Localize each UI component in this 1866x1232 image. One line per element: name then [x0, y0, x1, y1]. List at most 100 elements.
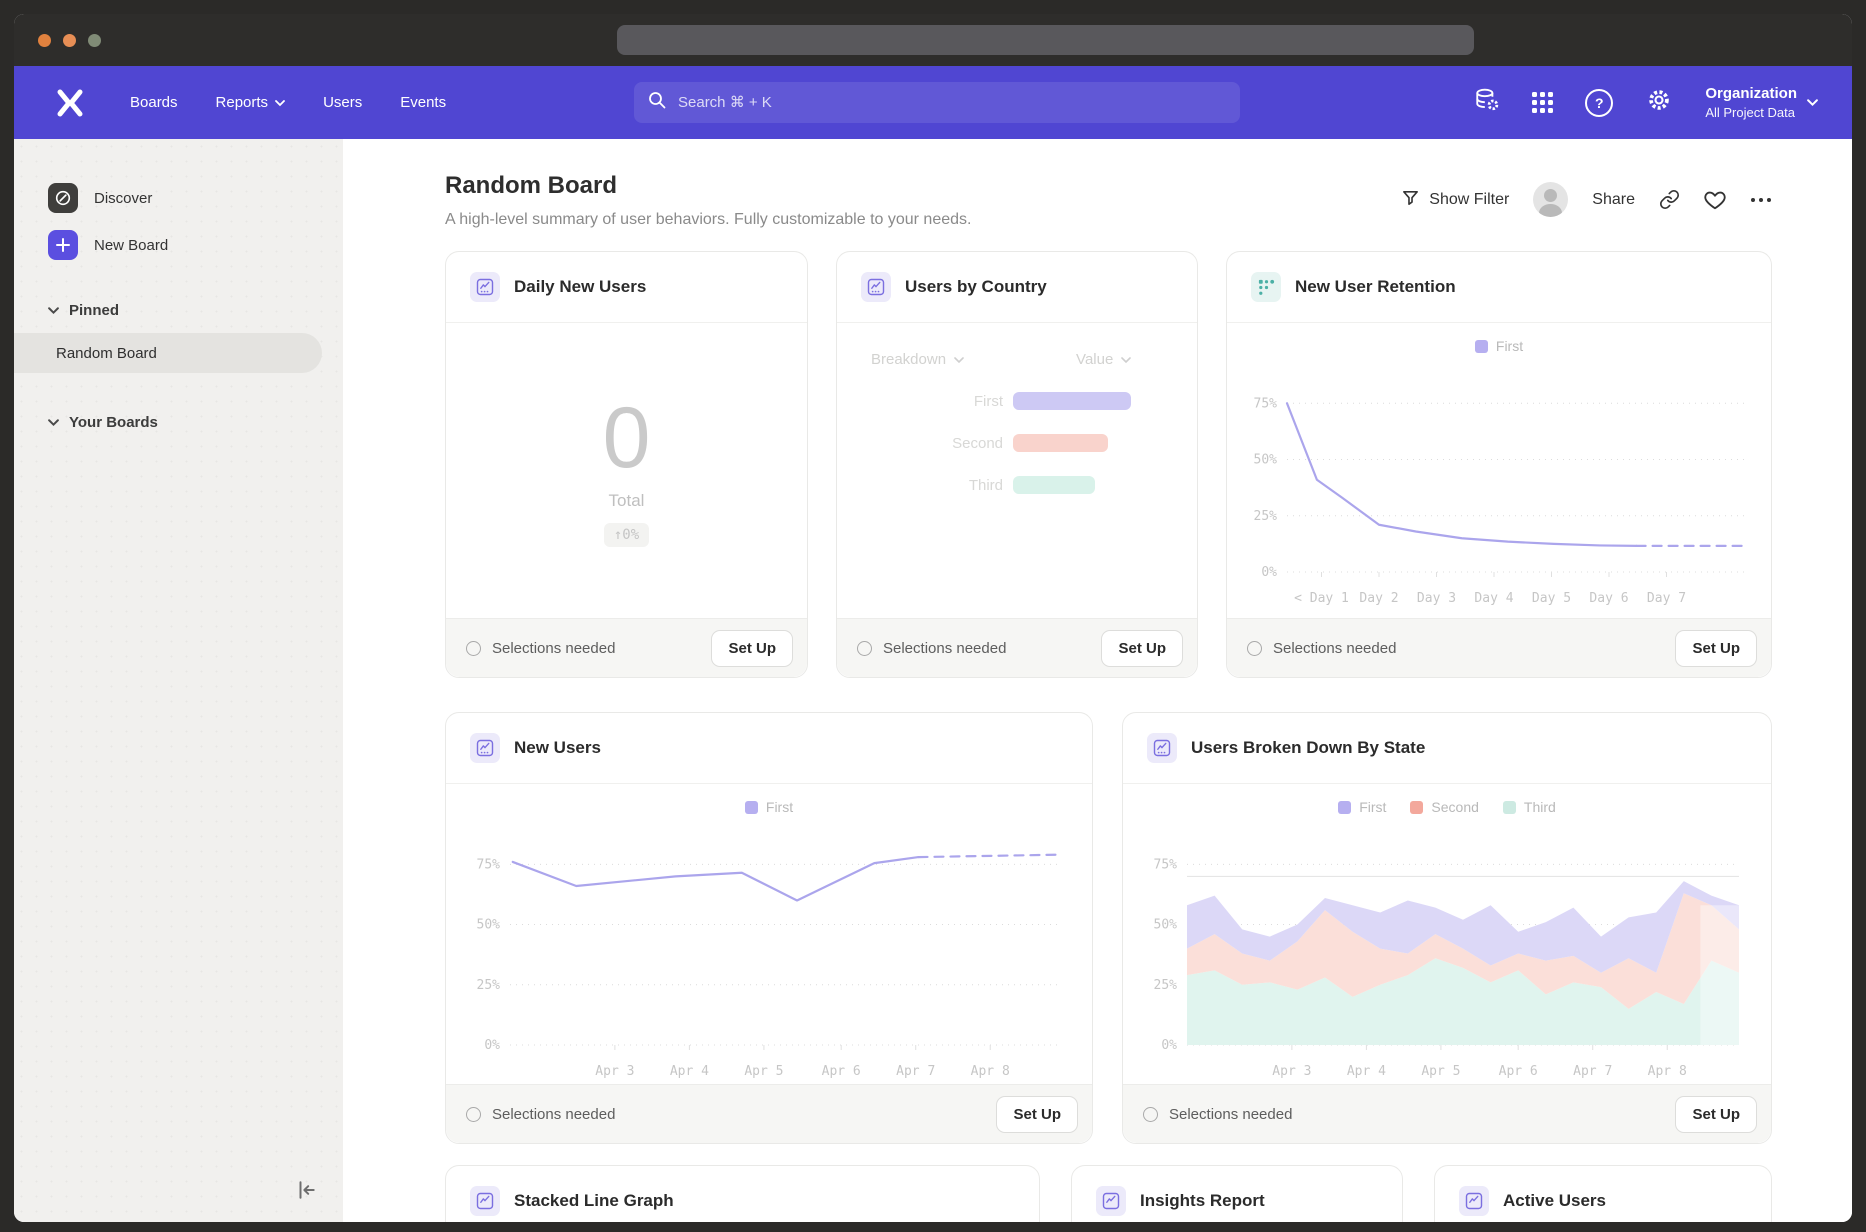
set-up-button[interactable]: Set Up: [996, 1096, 1078, 1133]
metric-value: 0: [603, 395, 651, 481]
apps-grid-icon[interactable]: [1532, 92, 1553, 113]
line-chart-icon: [1096, 1186, 1126, 1216]
card-stacked-line-graph: Stacked Line Graph: [445, 1165, 1040, 1222]
svg-text:Apr 6: Apr 6: [1499, 1064, 1538, 1079]
org-name: Organization: [1705, 85, 1797, 102]
more-options-icon[interactable]: [1750, 197, 1772, 203]
line-chart-icon: [861, 272, 891, 302]
nav-item-events[interactable]: Events: [400, 94, 446, 111]
legend-swatch: [745, 801, 758, 814]
nav-item-boards[interactable]: Boards: [130, 94, 178, 111]
page-title: Random Board: [445, 172, 971, 200]
card-title: Insights Report: [1140, 1191, 1265, 1211]
close-window-button[interactable]: [38, 34, 51, 47]
status-circle-icon: [466, 641, 481, 656]
svg-text:Apr 4: Apr 4: [1347, 1064, 1386, 1079]
legend-item[interactable]: First: [745, 799, 793, 815]
country-row-bar: [1013, 434, 1108, 452]
line-chart-icon: [470, 272, 500, 302]
mixpanel-logo-icon[interactable]: [54, 88, 86, 118]
search-bar[interactable]: [634, 82, 1240, 123]
svg-text:50%: 50%: [1254, 453, 1278, 468]
data-management-icon[interactable]: [1474, 87, 1500, 118]
chevron-down-icon: [275, 94, 285, 111]
settings-gear-icon[interactable]: [1645, 86, 1673, 119]
svg-text:Apr 7: Apr 7: [1573, 1064, 1612, 1079]
country-row: First: [837, 392, 1197, 410]
nav-item-reports[interactable]: Reports: [216, 94, 286, 111]
set-up-button[interactable]: Set Up: [1101, 630, 1183, 667]
avatar[interactable]: [1533, 182, 1568, 217]
sidebar-section-your-boards[interactable]: Your Boards: [48, 414, 343, 431]
legend-swatch: [1338, 801, 1351, 814]
stacked-area-chart: 75%50%25%0%Apr 3Apr 4Apr 5Apr 6Apr 7Apr …: [1139, 821, 1751, 1083]
svg-text:0%: 0%: [484, 1038, 500, 1053]
svg-text:25%: 25%: [477, 978, 501, 993]
copy-link-icon[interactable]: [1659, 189, 1680, 210]
nav-item-users[interactable]: Users: [323, 94, 362, 111]
card-title: New Users: [514, 738, 601, 758]
nav-items: Boards Reports Users Events: [130, 94, 446, 111]
zoom-window-button[interactable]: [88, 34, 101, 47]
legend-swatch: [1475, 340, 1488, 353]
sidebar-section-label: Your Boards: [69, 414, 158, 431]
svg-text:Apr 7: Apr 7: [896, 1064, 935, 1079]
card-title: New User Retention: [1295, 277, 1456, 297]
legend-item[interactable]: First: [1338, 799, 1386, 815]
chevron-down-icon: [1121, 351, 1131, 368]
status-row: Selections needed: [466, 640, 615, 657]
svg-text:Day 3: Day 3: [1417, 591, 1456, 606]
filter-funnel-icon: [1401, 188, 1420, 212]
help-icon[interactable]: ?: [1585, 89, 1613, 117]
legend-swatch: [1410, 801, 1423, 814]
metric-label: Total: [609, 491, 645, 511]
traffic-lights: [38, 34, 101, 47]
country-bar-list: FirstSecondThird: [837, 392, 1197, 494]
chevron-down-icon: [48, 302, 59, 319]
compass-icon: [48, 183, 78, 213]
status-circle-icon: [1143, 1107, 1158, 1122]
plus-icon: [48, 230, 78, 260]
legend-item[interactable]: Third: [1503, 799, 1556, 815]
legend-item[interactable]: First: [1475, 338, 1523, 354]
chart-legend: First Second Third: [1123, 799, 1771, 815]
collapse-sidebar-button[interactable]: [295, 1179, 317, 1206]
status-circle-icon: [1247, 641, 1262, 656]
svg-text:Day 6: Day 6: [1589, 591, 1628, 606]
favorite-heart-icon[interactable]: [1704, 190, 1726, 210]
card-title: Daily New Users: [514, 277, 646, 297]
sidebar-section-pinned[interactable]: Pinned: [48, 302, 343, 319]
breakdown-dropdown[interactable]: Breakdown: [871, 351, 964, 368]
sidebar-item-random-board[interactable]: Random Board: [14, 333, 322, 373]
svg-text:25%: 25%: [1154, 978, 1178, 993]
card-title: Stacked Line Graph: [514, 1191, 674, 1211]
sidebar-item-discover[interactable]: Discover: [48, 183, 343, 213]
chevron-down-icon: [954, 351, 964, 368]
minimize-window-button[interactable]: [63, 34, 76, 47]
status-row: Selections needed: [1143, 1106, 1292, 1123]
sidebar-item-new-board[interactable]: New Board: [48, 230, 343, 260]
svg-text:50%: 50%: [1154, 918, 1178, 933]
svg-text:Apr 4: Apr 4: [670, 1064, 709, 1079]
svg-text:25%: 25%: [1254, 509, 1278, 524]
show-filter-button[interactable]: Show Filter: [1401, 188, 1509, 212]
share-button[interactable]: Share: [1592, 191, 1635, 209]
org-switcher[interactable]: Organization All Project Data: [1705, 85, 1818, 120]
country-row-bar: [1013, 476, 1095, 494]
svg-text:0%: 0%: [1161, 1038, 1177, 1053]
country-row: Third: [837, 476, 1197, 494]
page-subtitle: A high-level summary of user behaviors. …: [445, 211, 971, 229]
legend-item[interactable]: Second: [1410, 799, 1478, 815]
value-dropdown[interactable]: Value: [1076, 351, 1131, 368]
set-up-button[interactable]: Set Up: [1675, 1096, 1757, 1133]
country-row-label: Third: [837, 477, 1003, 494]
search-input[interactable]: [676, 93, 1120, 112]
legend-swatch: [1503, 801, 1516, 814]
svg-text:50%: 50%: [477, 918, 501, 933]
status-circle-icon: [466, 1107, 481, 1122]
set-up-button[interactable]: Set Up: [711, 630, 793, 667]
card-daily-new-users: Daily New Users 0 Total ↑0% Selections n…: [445, 251, 808, 678]
status-row: Selections needed: [1247, 640, 1396, 657]
svg-text:Apr 8: Apr 8: [1648, 1064, 1687, 1079]
set-up-button[interactable]: Set Up: [1675, 630, 1757, 667]
